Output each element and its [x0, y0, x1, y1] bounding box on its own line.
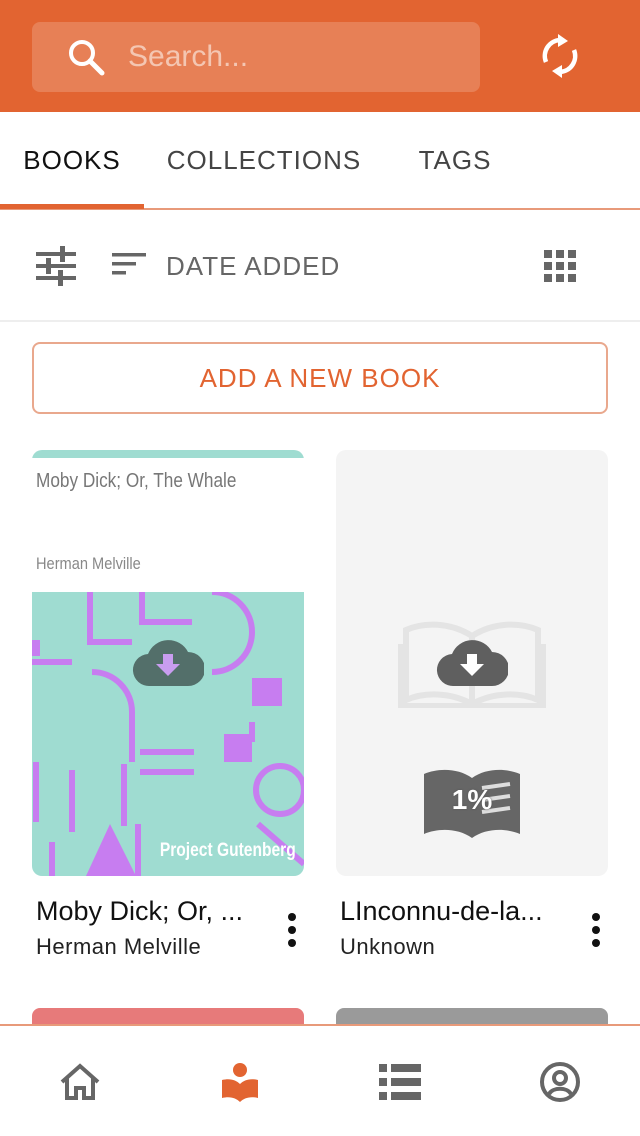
tune-icon: [34, 246, 78, 292]
cover-publisher: Project Gutenberg: [160, 840, 296, 861]
book-card: 1% LInconnu-de-la... Unknown: [336, 450, 608, 966]
add-book-button[interactable]: ADD A NEW BOOK: [32, 342, 608, 414]
book-cover[interactable]: 1%: [336, 450, 608, 876]
cover-title: Moby Dick; Or, The Whale: [36, 470, 237, 492]
grid-view-icon: [540, 250, 580, 290]
nav-library[interactable]: [216, 1060, 264, 1108]
book-cover[interactable]: Moby Dick; Or, The Whale Herman Melville: [32, 450, 304, 876]
more-vert-icon: [592, 913, 600, 921]
home-icon: [58, 1062, 102, 1107]
account-icon: [539, 1061, 581, 1108]
reading-progress: 1%: [422, 766, 522, 840]
grid-view-button[interactable]: [540, 246, 580, 286]
cover-artwork: Project Gutenberg: [32, 589, 304, 876]
bottom-navigation: [0, 1024, 640, 1136]
search-input[interactable]: [128, 40, 428, 74]
library-toolbar: DATE ADDED: [0, 212, 640, 322]
nav-collections[interactable]: [376, 1060, 424, 1108]
sync-icon: [540, 33, 580, 83]
book-author: Unknown: [340, 934, 436, 959]
cover-band: [32, 450, 304, 458]
library-icon: [220, 1062, 260, 1107]
tab-bar: BOOKS COLLECTIONS TAGS: [0, 112, 640, 210]
book-author: Herman Melville: [36, 934, 202, 959]
more-vert-icon: [592, 939, 600, 947]
search-icon: [66, 37, 106, 77]
tab-collections[interactable]: COLLECTIONS: [154, 112, 374, 208]
book-card: Moby Dick; Or, The Whale Herman Melville: [32, 450, 304, 966]
active-tab-indicator: [0, 204, 144, 209]
more-vert-icon: [592, 926, 600, 934]
book-title[interactable]: LInconnu-de-la...: [340, 896, 550, 927]
book-title[interactable]: Moby Dick; Or, ...: [36, 896, 246, 927]
sort-button[interactable]: DATE ADDED: [112, 240, 340, 292]
search-bar[interactable]: [32, 22, 480, 92]
cloud-download-icon: [132, 636, 205, 688]
more-options-button[interactable]: [280, 900, 304, 960]
more-vert-icon: [288, 913, 296, 921]
more-options-button[interactable]: [584, 900, 608, 960]
sort-label: DATE ADDED: [166, 250, 341, 281]
more-vert-icon: [288, 926, 296, 934]
nav-home[interactable]: [56, 1060, 104, 1108]
open-book-icon: [422, 769, 522, 844]
sort-icon: [112, 251, 146, 282]
book-meta: LInconnu-de-la... Unknown: [336, 876, 608, 966]
cover-author: Herman Melville: [36, 554, 141, 573]
book-meta: Moby Dick; Or, ... Herman Melville: [32, 876, 304, 966]
sync-button[interactable]: [534, 32, 586, 84]
tab-tags[interactable]: TAGS: [400, 112, 510, 208]
progress-percent: 1%: [451, 784, 493, 815]
tab-books[interactable]: BOOKS: [0, 112, 144, 208]
app-bar: [0, 0, 640, 112]
cloud-download-icon: [436, 636, 509, 688]
nav-account[interactable]: [536, 1060, 584, 1108]
more-vert-icon: [288, 939, 296, 947]
list-icon: [379, 1063, 421, 1105]
filter-button[interactable]: [34, 244, 78, 288]
